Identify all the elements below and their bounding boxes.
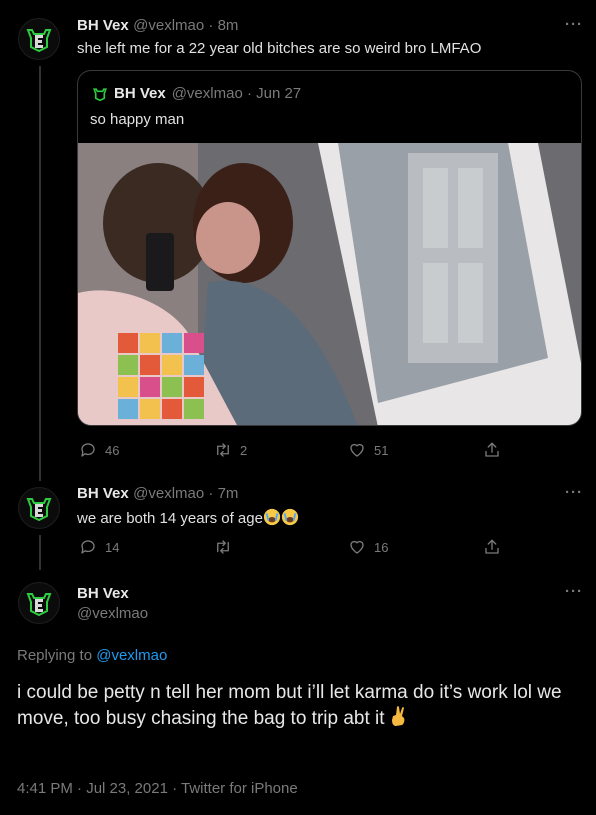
like-count: 51	[374, 442, 389, 458]
reply-button[interactable]: 14	[79, 538, 119, 556]
quote-header: BH Vex @vexlmao · Jun 27	[92, 85, 301, 102]
avatar[interactable]	[18, 18, 60, 60]
reply-count: 46	[105, 442, 120, 458]
like-icon	[350, 540, 364, 554]
author-handle-time[interactable]: @vexlmao · 7m	[133, 485, 238, 502]
retweet-icon	[217, 540, 229, 554]
emoji-crying	[281, 508, 299, 526]
retweet-button[interactable]	[214, 538, 240, 556]
quote-photo[interactable]	[78, 143, 582, 426]
author-name[interactable]: BH Vex	[77, 485, 129, 502]
thread-line	[39, 66, 41, 481]
retweet-icon	[217, 443, 229, 457]
reply-button[interactable]: 46	[79, 441, 119, 459]
like-icon	[350, 443, 364, 457]
author-handle[interactable]: @vexlmao	[77, 605, 148, 622]
replying-handle-link[interactable]: @vexlmao	[96, 647, 167, 664]
quote-handle-time: @vexlmao · Jun 27	[171, 85, 302, 102]
quote-avatar-icon	[92, 87, 108, 101]
tweet-header: BH Vex @vexlmao · 8m	[77, 17, 238, 35]
quoted-tweet[interactable]: BH Vex @vexlmao · Jun 27 so happy man	[77, 70, 582, 426]
author-name[interactable]: BH Vex	[77, 17, 129, 34]
share-icon	[485, 442, 499, 457]
quote-author-name: BH Vex	[114, 85, 166, 102]
reply-count: 14	[105, 539, 120, 555]
replying-to: Replying to @vexlmao	[17, 647, 167, 664]
like-button[interactable]: 51	[348, 441, 388, 459]
thread-line	[39, 535, 41, 570]
share-icon	[485, 539, 499, 554]
replying-prefix: Replying to	[17, 647, 97, 664]
quote-text: so happy man	[90, 111, 185, 128]
share-button[interactable]	[483, 538, 501, 556]
avatar[interactable]	[18, 487, 60, 529]
tweet-text-row: we are both 14 years of age	[77, 508, 299, 527]
tweet-header: BH Vex @vexlmao · 7m	[77, 485, 238, 503]
more-icon[interactable]: ···	[565, 16, 583, 33]
emoji-crying	[263, 508, 281, 526]
like-count: 16	[374, 539, 389, 555]
tweet-text: we are both 14 years of age	[77, 510, 263, 527]
more-icon[interactable]: ···	[565, 484, 583, 501]
author-name[interactable]: BH Vex	[77, 585, 129, 602]
retweet-count: 2	[240, 442, 248, 458]
reply-icon	[81, 443, 95, 457]
avatar[interactable]	[18, 582, 60, 624]
share-button[interactable]	[483, 441, 501, 459]
like-button[interactable]: 16	[348, 538, 388, 556]
retweet-button[interactable]: 2	[214, 441, 247, 459]
more-icon[interactable]: ···	[565, 583, 583, 600]
tweet-meta[interactable]: 4:41 PM · Jul 23, 2021 · Twitter for iPh…	[17, 780, 298, 797]
main-tweet-text-block: i could be petty n tell her mom but i’ll…	[17, 680, 587, 731]
author-handle-time[interactable]: @vexlmao · 8m	[133, 17, 238, 34]
main-tweet-text: i could be petty n tell her mom but i’ll…	[17, 682, 562, 729]
emoji-crossed-fingers	[391, 706, 405, 726]
tweet-text: she left me for a 22 year old bitches ar…	[77, 40, 482, 57]
reply-icon	[81, 540, 95, 554]
